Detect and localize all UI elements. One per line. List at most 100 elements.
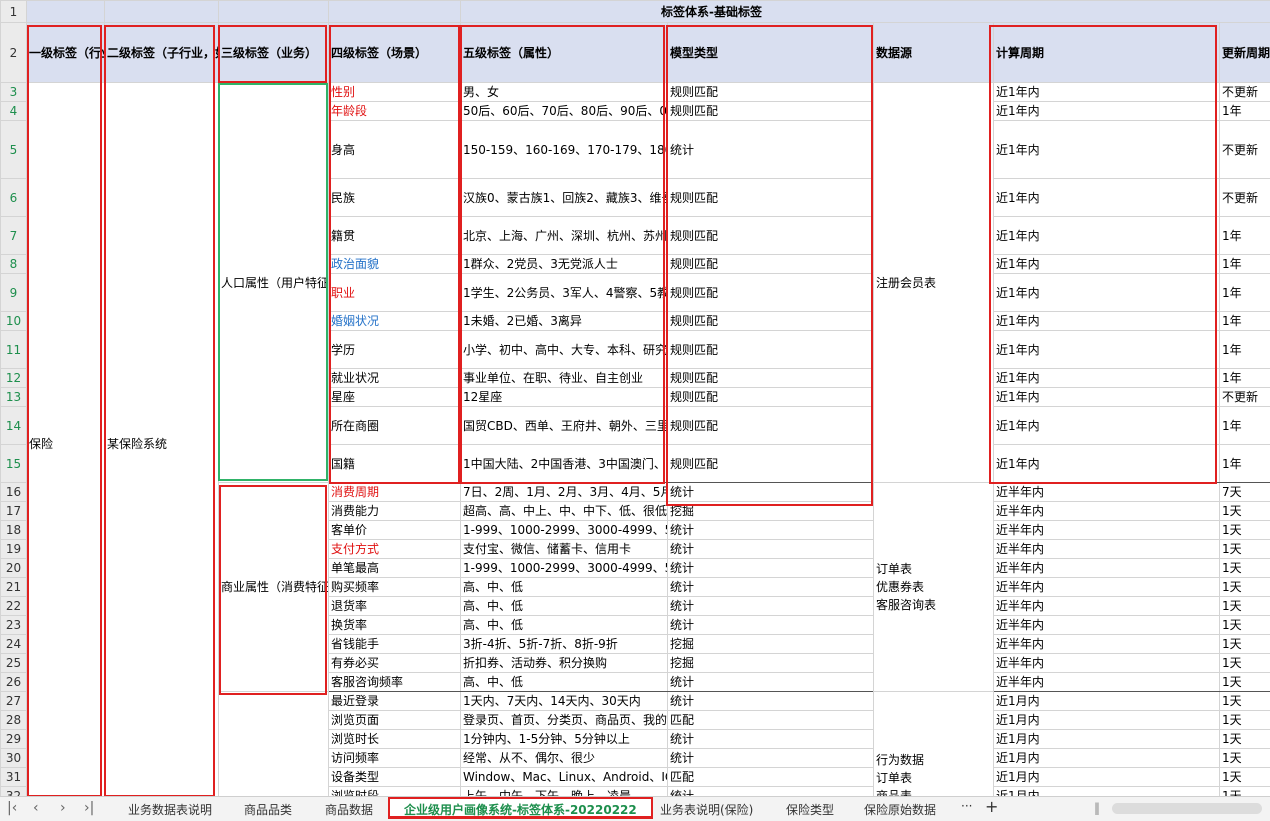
cell-l4[interactable]: 浏览时段 xyxy=(328,786,461,796)
header-update[interactable]: 更新周期 xyxy=(1219,22,1270,83)
tab-insurance-raw-data[interactable]: 保险原始数据 xyxy=(864,801,936,818)
cell-update[interactable]: 1天 xyxy=(1219,710,1270,730)
cell-update[interactable]: 1年 xyxy=(1219,311,1270,331)
cell-l4[interactable]: 政治面貌 xyxy=(328,254,461,274)
cell-model[interactable]: 规则匹配 xyxy=(667,216,874,255)
cell-model[interactable]: 规则匹配 xyxy=(667,82,874,102)
cell-update[interactable]: 1年 xyxy=(1219,406,1270,445)
cell-model[interactable]: 统计 xyxy=(667,615,874,635)
cell-l5[interactable]: 汉族0、蒙古族1、回族2、藏族3、维吾尔族4、苗族5、满族6 xyxy=(460,178,668,217)
cell-l4[interactable]: 浏览时长 xyxy=(328,729,461,749)
cell-l5[interactable]: 1天内、7天内、14天内、30天内 xyxy=(460,691,668,711)
cell-l5[interactable]: 超高、高、中上、中、中下、低、很低 xyxy=(460,501,668,521)
tab-business-table-insurance[interactable]: 业务表说明(保险) xyxy=(660,801,753,818)
cell-period[interactable]: 近1年内 xyxy=(993,444,1220,483)
header-period[interactable]: 计算周期 xyxy=(993,22,1220,83)
cell-l5[interactable]: 1未婚、2已婚、3离异 xyxy=(460,311,668,331)
cell-model[interactable]: 统计 xyxy=(667,520,874,540)
cell-l5[interactable]: 7日、2周、1月、2月、3月、4月、5月 xyxy=(460,482,668,502)
cell-model[interactable]: 挖掘 xyxy=(667,634,874,654)
cell-l5[interactable]: 高、中、低 xyxy=(460,672,668,692)
cell-l4[interactable]: 消费能力 xyxy=(328,501,461,521)
cell-model[interactable]: 规则匹配 xyxy=(667,311,874,331)
cell-l5[interactable]: 高、中、低 xyxy=(460,577,668,597)
cell-period[interactable]: 近1月内 xyxy=(993,767,1220,787)
cell-l4[interactable]: 所在商圈 xyxy=(328,406,461,445)
cell-update[interactable]: 1天 xyxy=(1219,596,1270,616)
cell-model[interactable]: 规则匹配 xyxy=(667,387,874,407)
cell-period[interactable]: 近1月内 xyxy=(993,729,1220,749)
cell-l4[interactable]: 购买频率 xyxy=(328,577,461,597)
row-header[interactable]: 10 xyxy=(0,311,27,331)
row-header[interactable]: 2 xyxy=(0,22,27,83)
cell-update[interactable]: 1天 xyxy=(1219,520,1270,540)
cell-model[interactable]: 规则匹配 xyxy=(667,406,874,445)
row-header[interactable]: 19 xyxy=(0,539,27,559)
cell-model[interactable]: 规则匹配 xyxy=(667,273,874,312)
row-header[interactable]: 9 xyxy=(0,273,27,312)
cell-period[interactable]: 近半年内 xyxy=(993,615,1220,635)
cell-model[interactable]: 统计 xyxy=(667,691,874,711)
cell-period[interactable]: 近1月内 xyxy=(993,710,1220,730)
cell-l5[interactable]: 国贸CBD、西单、王府井、朝外、三里屯、崇文门、徐家汇、环球港 xyxy=(460,406,668,445)
cell-l4[interactable]: 民族 xyxy=(328,178,461,217)
tab-business-data-desc[interactable]: 业务数据表说明 xyxy=(128,801,212,818)
cell-l4[interactable]: 就业状况 xyxy=(328,368,461,388)
header-l2[interactable]: 二级标签（子行业，如综合、垂直、跨境电商） xyxy=(104,22,219,83)
cell-source-c[interactable]: 行为数据 订单表 商品表 xyxy=(873,691,994,796)
row-header[interactable]: 1 xyxy=(0,0,27,23)
cell-update[interactable]: 1天 xyxy=(1219,691,1270,711)
cell-model[interactable]: 规则匹配 xyxy=(667,444,874,483)
cell-l4[interactable]: 客服咨询频率 xyxy=(328,672,461,692)
header-l1[interactable]: 一级标签（行业） xyxy=(26,22,105,83)
cell-l5[interactable]: 12星座 xyxy=(460,387,668,407)
cell-l4[interactable]: 学历 xyxy=(328,330,461,369)
row-header[interactable]: 23 xyxy=(0,615,27,635)
row-header[interactable]: 6 xyxy=(0,178,27,217)
cell-l4[interactable]: 设备类型 xyxy=(328,767,461,787)
cell-update[interactable]: 1天 xyxy=(1219,539,1270,559)
cell-update[interactable]: 1年 xyxy=(1219,444,1270,483)
cell-model[interactable]: 挖掘 xyxy=(667,653,874,673)
cell-model[interactable]: 统计 xyxy=(667,539,874,559)
cell-update[interactable]: 1天 xyxy=(1219,634,1270,654)
cell-l5[interactable]: 1分钟内、1-5分钟、5分钟以上 xyxy=(460,729,668,749)
cell-model[interactable]: 挖掘 xyxy=(667,501,874,521)
cell-period[interactable]: 近半年内 xyxy=(993,596,1220,616)
cell-l5[interactable]: 经常、从不、偶尔、很少 xyxy=(460,748,668,768)
cell-source-b[interactable]: 订单表 优惠券表 客服咨询表 xyxy=(873,482,994,692)
cell-l5[interactable]: 男、女 xyxy=(460,82,668,102)
cell-l4[interactable]: 最近登录 xyxy=(328,691,461,711)
cell-model[interactable]: 规则匹配 xyxy=(667,368,874,388)
header-l5[interactable]: 五级标签（属性） xyxy=(460,22,668,83)
row-header[interactable]: 3 xyxy=(0,82,27,102)
cell-period[interactable]: 近1年内 xyxy=(993,368,1220,388)
cell-l4[interactable]: 有券必买 xyxy=(328,653,461,673)
row-header[interactable]: 15 xyxy=(0,444,27,483)
cell-l5[interactable]: 3折-4折、5折-7折、8折-9折 xyxy=(460,634,668,654)
cell-period[interactable]: 近1年内 xyxy=(993,273,1220,312)
cell-update[interactable]: 不更新 xyxy=(1219,178,1270,217)
cell-period[interactable]: 近1年内 xyxy=(993,178,1220,217)
row-header[interactable]: 16 xyxy=(0,482,27,502)
row-header[interactable]: 5 xyxy=(0,120,27,179)
cell-period[interactable]: 近半年内 xyxy=(993,520,1220,540)
cell-update[interactable]: 1年 xyxy=(1219,330,1270,369)
cell-l2[interactable]: 某保险系统 xyxy=(104,82,219,796)
cell-period[interactable]: 近1年内 xyxy=(993,387,1220,407)
cell-l5[interactable]: 上午、中午、下午、晚上、凌晨 xyxy=(460,786,668,796)
cell-l3-a[interactable]: 人口属性（用户特征） xyxy=(218,82,329,483)
row-header[interactable]: 21 xyxy=(0,577,27,597)
cell-l5[interactable]: 事业单位、在职、待业、自主创业 xyxy=(460,368,668,388)
cell-l4[interactable]: 籍贯 xyxy=(328,216,461,255)
cell-l5[interactable]: 高、中、低 xyxy=(460,615,668,635)
cell-l5[interactable]: 折扣券、活动券、积分换购 xyxy=(460,653,668,673)
cell-model[interactable]: 匹配 xyxy=(667,767,874,787)
cell-l5[interactable]: 50后、60后、70后、80后、90后、00后 xyxy=(460,101,668,121)
row-header[interactable]: 22 xyxy=(0,596,27,616)
cell-update[interactable]: 1天 xyxy=(1219,615,1270,635)
cell-model[interactable]: 规则匹配 xyxy=(667,178,874,217)
cell-l4[interactable]: 支付方式 xyxy=(328,539,461,559)
cell-update[interactable]: 1年 xyxy=(1219,254,1270,274)
row-header[interactable]: 20 xyxy=(0,558,27,578)
